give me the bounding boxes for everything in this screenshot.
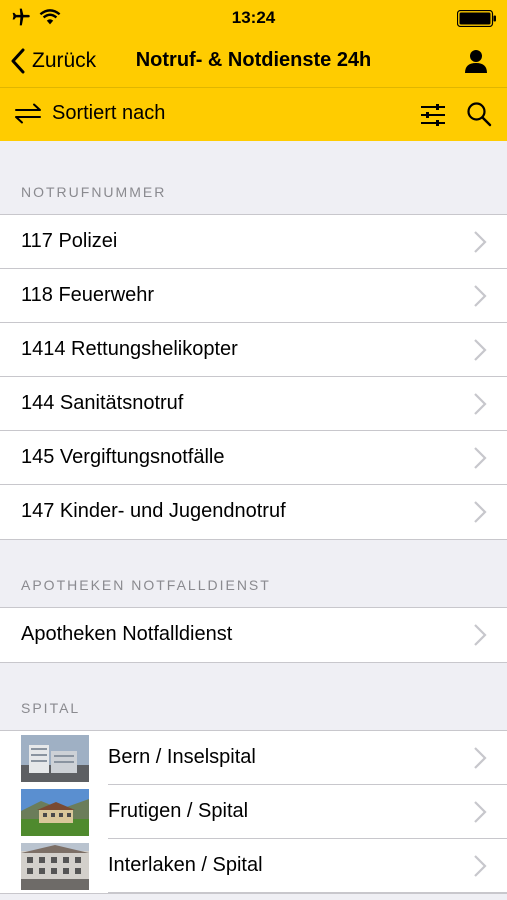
chevron-right-icon [474, 501, 487, 523]
hospital-row[interactable]: Interlaken / Spital [0, 839, 507, 893]
section-header-notrufnummer: NOTRUFNUMMER [0, 141, 507, 215]
status-bar: 13:24 [0, 0, 507, 36]
user-profile-icon[interactable] [463, 48, 489, 74]
apotheken-list: Apotheken Notfalldienst [0, 608, 507, 663]
page-title: Notruf- & Notdienste 24h [135, 49, 372, 71]
list-item[interactable]: 144 Sanitätsnotruf [0, 377, 507, 431]
list-item-label: 144 Sanitätsnotruf [21, 392, 184, 414]
hospital-thumbnail [21, 789, 89, 836]
top-bar: 13:24 Zurück Notruf- & Notdienste 24h So… [0, 0, 507, 141]
sort-arrows-icon [15, 103, 41, 124]
list-item-label: 1414 Rettungshelikopter [21, 338, 238, 360]
chevron-right-icon [474, 747, 487, 769]
status-time: 13:24 [231, 8, 276, 27]
hospital-thumbnail [21, 735, 89, 782]
sort-toolbar: Sortiert nach [0, 88, 507, 141]
back-label: Zurück [32, 49, 97, 72]
hospital-row[interactable]: Frutigen / Spital [0, 785, 507, 839]
list-item-label: Apotheken Notfalldienst [21, 623, 233, 645]
navigation-bar: Zurück Notruf- & Notdienste 24h [0, 36, 507, 87]
chevron-right-icon [474, 855, 487, 877]
list-item-label: Frutigen / Spital [108, 800, 249, 822]
section-header-apotheken: APOTHEKEN NOTFALLDIENST [0, 540, 507, 608]
list-item-label: 145 Vergiftungsnotfälle [21, 446, 225, 468]
notruf-list: 117 Polizei 118 Feuerwehr 1414 Rettungsh… [0, 215, 507, 540]
hospital-thumbnail [21, 843, 89, 890]
list-item[interactable]: 117 Polizei [0, 215, 507, 269]
chevron-right-icon [474, 285, 487, 307]
list-item[interactable]: 147 Kinder- und Jugendnotruf [0, 485, 507, 539]
chevron-right-icon [474, 624, 487, 646]
chevron-right-icon [474, 339, 487, 361]
list-item-label: 147 Kinder- und Jugendnotruf [21, 500, 286, 522]
list-item-label: 117 Polizei [21, 230, 118, 252]
back-button[interactable]: Zurück [10, 46, 96, 76]
spital-list: Bern / Inselspital Frutigen / Spital Int… [0, 731, 507, 894]
battery-icon [457, 10, 496, 27]
chevron-right-icon [474, 447, 487, 469]
chevron-left-icon [11, 48, 25, 74]
chevron-right-icon [474, 231, 487, 253]
search-icon[interactable] [466, 101, 492, 127]
chevron-right-icon [474, 393, 487, 415]
hospital-row[interactable]: Bern / Inselspital [0, 731, 507, 785]
list-item[interactable]: 118 Feuerwehr [0, 269, 507, 323]
list-item[interactable]: 1414 Rettungshelikopter [0, 323, 507, 377]
sort-button[interactable]: Sortiert nach [14, 101, 165, 125]
filter-sliders-icon[interactable] [419, 102, 447, 128]
list-item-label: 118 Feuerwehr [21, 284, 155, 306]
list-item[interactable]: Apotheken Notfalldienst [0, 608, 507, 662]
list-item-label: Bern / Inselspital [108, 746, 256, 768]
sort-label: Sortiert nach [52, 101, 166, 124]
section-header-spital: SPITAL [0, 663, 507, 731]
list-item-label: Interlaken / Spital [108, 854, 263, 876]
list-item[interactable]: 145 Vergiftungsnotfälle [0, 431, 507, 485]
content-list[interactable]: NOTRUFNUMMER 117 Polizei 118 Feuerwehr 1… [0, 141, 507, 900]
chevron-right-icon [474, 801, 487, 823]
